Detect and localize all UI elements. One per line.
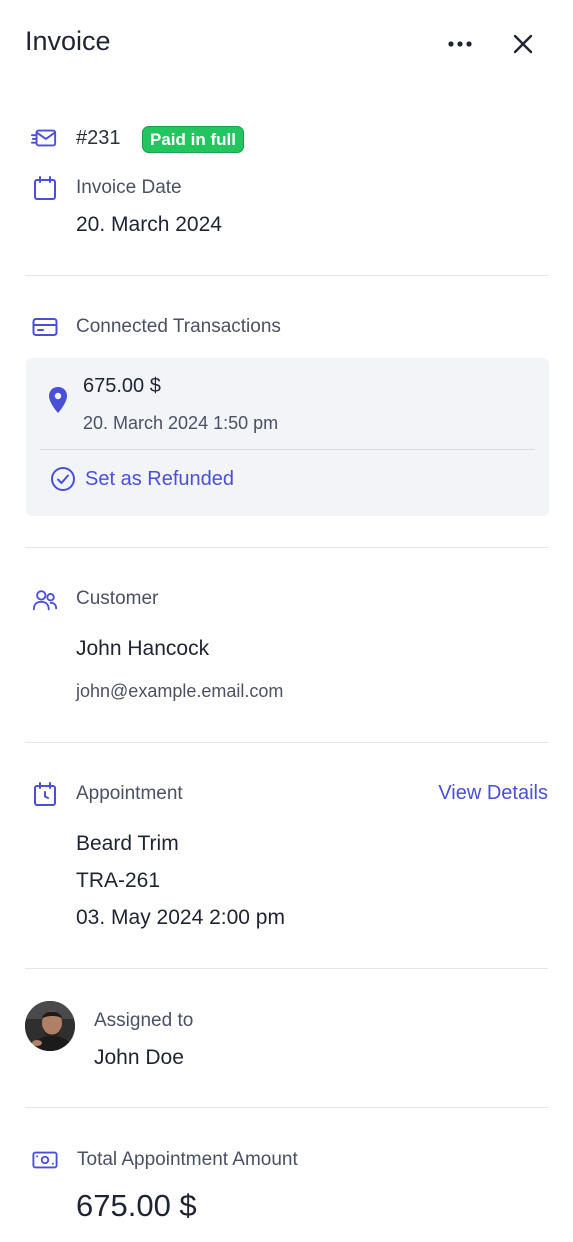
divider xyxy=(25,275,548,276)
page-title: Invoice xyxy=(25,26,111,56)
divider xyxy=(25,968,548,969)
divider xyxy=(25,742,548,743)
more-options-button[interactable] xyxy=(443,27,477,61)
users-icon xyxy=(32,587,58,613)
appointment-service: Beard Trim xyxy=(76,832,179,855)
invoice-number: #231 xyxy=(76,127,121,149)
assigned-to-label: Assigned to xyxy=(94,1010,194,1031)
customer-name: John Hancock xyxy=(76,637,210,660)
invoice-envelope-icon xyxy=(31,125,57,151)
invoice-date-label: Invoice Date xyxy=(76,177,182,198)
set-as-refunded-button[interactable]: Set as Refunded xyxy=(50,466,234,492)
transaction-datetime: 20. March 2024 1:50 pm xyxy=(83,413,279,433)
close-icon xyxy=(513,34,533,54)
invoice-date: 20. March 2024 xyxy=(76,213,222,236)
divider xyxy=(25,1107,548,1108)
status-badge: Paid in full xyxy=(142,126,244,153)
divider xyxy=(40,449,535,450)
credit-card-icon xyxy=(32,314,58,340)
calendar-clock-icon xyxy=(32,781,58,807)
banknote-icon xyxy=(32,1147,58,1173)
customer-label: Customer xyxy=(76,588,159,609)
assignee-name: John Doe xyxy=(94,1046,184,1069)
location-pin-icon xyxy=(45,387,71,413)
calendar-icon xyxy=(32,175,58,201)
divider xyxy=(25,547,548,548)
appointment-code: TRA-261 xyxy=(76,869,161,892)
check-circle-icon xyxy=(51,467,75,491)
more-horizontal-icon xyxy=(448,41,472,47)
view-details-link[interactable]: View Details xyxy=(438,782,548,805)
customer-email: john@example.email.com xyxy=(76,681,284,701)
set-as-refunded-label: Set as Refunded xyxy=(85,467,234,490)
transaction-amount: 675.00 $ xyxy=(83,375,161,397)
appointment-label: Appointment xyxy=(76,783,183,804)
appointment-datetime: 03. May 2024 2:00 pm xyxy=(76,906,285,929)
avatar xyxy=(25,1001,75,1051)
close-button[interactable] xyxy=(506,27,540,61)
connected-transactions-label: Connected Transactions xyxy=(76,316,281,337)
total-amount: 675.00 $ xyxy=(76,1188,197,1223)
total-amount-label: Total Appointment Amount xyxy=(77,1149,298,1170)
